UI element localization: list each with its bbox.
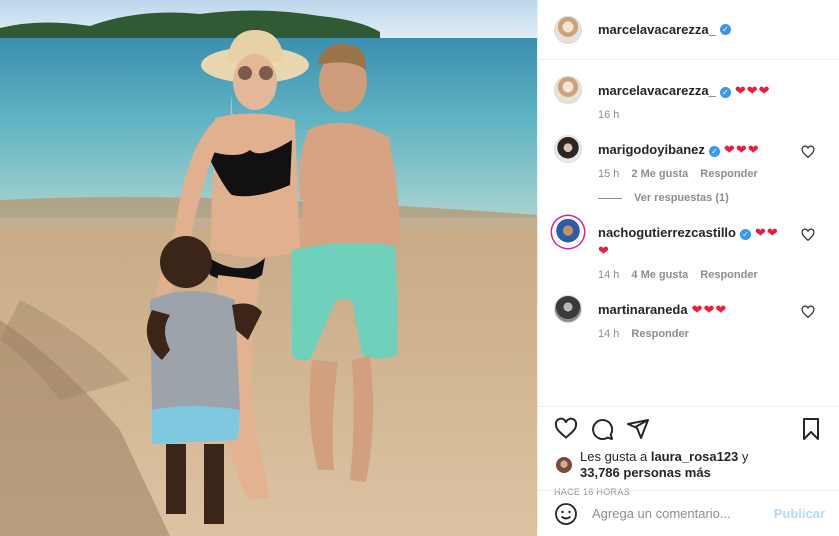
publish-button[interactable]: Publicar <box>774 506 825 521</box>
replies-divider <box>598 197 622 199</box>
caption-avatar[interactable] <box>554 76 582 104</box>
comment-avatar[interactable] <box>554 218 582 246</box>
comment-bubble-icon[interactable] <box>590 417 614 441</box>
instagram-post-view: marcelavacarezza_ ✓ marcelavacarezza_ ✓ ❤❤… <box>0 0 839 536</box>
comment-like-heart-icon[interactable] <box>801 305 815 319</box>
view-replies-button[interactable]: Ver respuestas (1) <box>598 192 823 204</box>
reply-button[interactable]: Responder <box>700 269 757 281</box>
post-side-panel: marcelavacarezza_ ✓ marcelavacarezza_ ✓ ❤❤… <box>537 0 839 536</box>
reply-button[interactable]: Responder <box>631 328 688 340</box>
comment-composer: Publicar <box>538 490 839 536</box>
comment-text-continued: ❤ <box>598 244 610 259</box>
comment-username[interactable]: martinaraneda <box>598 302 688 317</box>
author-username[interactable]: marcelavacarezza_ <box>598 22 716 37</box>
heart-outline-icon[interactable] <box>554 417 578 441</box>
author-avatar[interactable] <box>554 15 582 44</box>
comment-time[interactable]: 14 h <box>598 328 619 340</box>
liker-avatar[interactable] <box>554 455 574 475</box>
likes-prefix: Les gusta a <box>580 449 651 464</box>
comment-time[interactable]: 15 h <box>598 168 619 180</box>
comment-text: ❤❤❤ <box>723 143 760 158</box>
likes-middle: y <box>738 449 749 464</box>
comment-like-count[interactable]: 2 Me gusta <box>631 168 688 180</box>
action-icons-row <box>554 415 823 443</box>
bookmark-icon[interactable] <box>799 417 823 441</box>
comment-item: marigodoyibanez ✓ ❤❤❤ 15 h 2 Me gusta Resp… <box>554 135 823 180</box>
emoji-icon[interactable] <box>554 502 578 526</box>
caption-text: ❤❤❤ <box>734 84 771 99</box>
comment-text: ❤❤❤ <box>691 303 728 318</box>
verified-badge-icon: ✓ <box>739 229 751 240</box>
beach-photo-illustration <box>0 0 537 536</box>
comment-item: martinaraneda ❤❤❤ 14 h Responder <box>554 295 823 340</box>
comments-list: marcelavacarezza_ ✓ ❤❤❤ 16 h marigodoyiban… <box>538 60 839 406</box>
comment-time[interactable]: 14 h <box>598 269 619 281</box>
comment-username[interactable]: marigodoyibanez <box>598 142 705 157</box>
verified-badge-icon: ✓ <box>719 24 731 35</box>
post-header: marcelavacarezza_ ✓ <box>538 0 839 60</box>
comment-avatar[interactable] <box>554 135 582 163</box>
likes-count[interactable]: 33,786 personas más <box>580 465 711 480</box>
comment-username[interactable]: nachogutierrezcastillo <box>598 225 736 240</box>
comment-item: nachogutierrezcastillo ✓ ❤❤ ❤ 14 h 4 Me gu… <box>554 218 823 281</box>
liker-username[interactable]: laura_rosa123 <box>651 449 738 464</box>
comment-like-heart-icon[interactable] <box>801 145 815 159</box>
comment-like-count[interactable]: 4 Me gusta <box>631 269 688 281</box>
comment-avatar[interactable] <box>554 295 582 323</box>
comment-input[interactable] <box>592 506 774 521</box>
view-replies-label: Ver respuestas (1) <box>634 192 729 204</box>
caption-time[interactable]: 16 h <box>598 109 619 121</box>
caption: marcelavacarezza_ ✓ ❤❤❤ 16 h <box>554 76 823 121</box>
comment-text: ❤❤ <box>754 226 779 241</box>
verified-badge-icon: ✓ <box>719 87 731 98</box>
reply-button[interactable]: Responder <box>700 168 757 180</box>
likes-summary: Les gusta a laura_rosa123 y 33,786 perso… <box>554 449 823 481</box>
paper-plane-icon[interactable] <box>626 417 650 441</box>
verified-badge-icon: ✓ <box>708 146 720 157</box>
caption-username[interactable]: marcelavacarezza_ <box>598 83 716 98</box>
post-photo[interactable] <box>0 0 537 536</box>
comment-like-heart-icon[interactable] <box>801 228 815 242</box>
